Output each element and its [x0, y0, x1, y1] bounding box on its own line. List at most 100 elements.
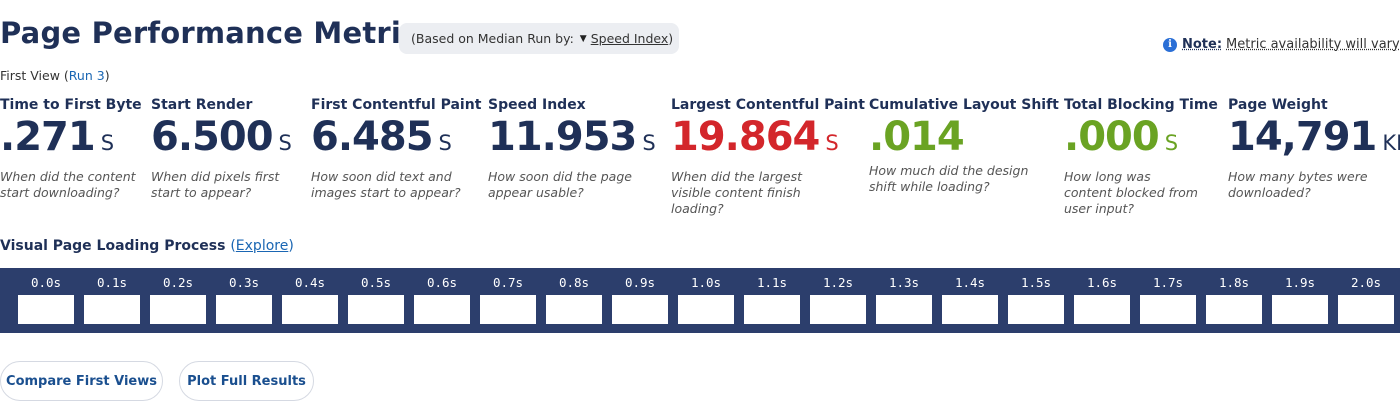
filmstrip-frame[interactable]: 2.0s — [1338, 268, 1394, 333]
metric-speed-index: Speed Index 11.953 S How soon did the pag… — [488, 97, 656, 201]
frame-time-label: 0.3s — [228, 275, 260, 290]
metric-label: Page Weight — [1228, 97, 1328, 113]
frame-thumbnail[interactable] — [18, 295, 74, 324]
frame-thumbnail[interactable] — [876, 295, 932, 324]
filmstrip-frame[interactable]: 0.4s — [282, 268, 338, 333]
frame-time-label: 1.1s — [756, 275, 788, 290]
filmstrip-frame[interactable]: 0.8s — [546, 268, 602, 333]
filmstrip-frame[interactable]: 0.5s — [348, 268, 404, 333]
filmstrip-frame[interactable]: 0.6s — [414, 268, 470, 333]
frame-thumbnail[interactable] — [84, 295, 140, 324]
visual-loading-title: Visual Page Loading Process — [0, 238, 226, 254]
filmstrip-frame[interactable]: 1.9s — [1272, 268, 1328, 333]
frame-time-label: 2.0s — [1350, 275, 1382, 290]
metric-note: i Note: Metric availability will vary — [1163, 37, 1400, 52]
metric-value: 19.864 S — [671, 113, 865, 167]
metric-time-to-first-byte: Time to First Byte .271 S When did the co… — [0, 97, 142, 201]
metric-cumulative-layout-shift: Cumulative Layout Shift .014 How much di… — [869, 97, 1059, 195]
filmstrip-frame[interactable]: 0.9s — [612, 268, 668, 333]
filmstrip-frame[interactable]: 1.8s — [1206, 268, 1262, 333]
filmstrip-frame[interactable]: 1.1s — [744, 268, 800, 333]
metric-description: When did the largest visible content fin… — [671, 169, 802, 216]
metric-label: Time to First Byte — [0, 97, 142, 113]
metric-description: When did the content start downloading? — [0, 169, 136, 200]
metric-unit: KB — [1382, 131, 1400, 155]
filmstrip-frame[interactable]: 1.2s — [810, 268, 866, 333]
metric-number: 6.500 — [151, 114, 274, 160]
median-suffix: ) — [668, 31, 674, 46]
frame-time-label: 1.9s — [1284, 275, 1316, 290]
median-run-selector[interactable]: (Based on Median Run by: ▼ Speed Index ) — [399, 23, 679, 54]
note-label: Note: — [1182, 37, 1223, 52]
frame-thumbnail[interactable] — [942, 295, 998, 324]
info-icon: i — [1163, 37, 1177, 52]
plot-full-results-button[interactable]: Plot Full Results — [179, 361, 314, 401]
frame-time-label: 1.2s — [822, 275, 854, 290]
median-metric-link[interactable]: Speed Index — [591, 31, 669, 46]
frame-thumbnail[interactable] — [612, 295, 668, 324]
filmstrip-frame[interactable]: 0.7s — [480, 268, 536, 333]
caret-down-icon: ▼ — [579, 33, 587, 44]
frame-thumbnail[interactable] — [282, 295, 338, 324]
metric-number: .014 — [869, 114, 965, 160]
metric-value: 11.953 S — [488, 113, 656, 167]
compare-first-views-button[interactable]: Compare First Views — [0, 361, 163, 401]
frame-time-label: 1.7s — [1152, 275, 1184, 290]
frame-thumbnail[interactable] — [546, 295, 602, 324]
run-link[interactable]: Run 3 — [69, 68, 105, 83]
run-info: First View (Run 3) — [0, 68, 110, 83]
frame-time-label: 1.0s — [690, 275, 722, 290]
metric-value: 6.485 S — [311, 113, 481, 167]
metric-unit: S — [100, 131, 115, 155]
metric-label: Total Blocking Time — [1064, 97, 1218, 113]
metric-total-blocking-time: Total Blocking Time .000 S How long was c… — [1064, 97, 1218, 217]
filmstrip[interactable]: 0.0s 0.1s 0.2s 0.3s 0.4s 0.5s 0.6s 0.7s 0.8s 0.9s… — [0, 268, 1400, 333]
frame-thumbnail[interactable] — [150, 295, 206, 324]
visual-loading-heading: Visual Page Loading Process (Explore) — [0, 238, 294, 254]
metric-unit: S — [278, 131, 292, 155]
frame-thumbnail[interactable] — [1338, 295, 1394, 324]
frame-thumbnail[interactable] — [1008, 295, 1064, 324]
filmstrip-frame[interactable]: 1.7s — [1140, 268, 1196, 333]
metric-start-render: Start Render 6.500 S When did pixels firs… — [151, 97, 292, 201]
frame-time-label: 0.6s — [426, 275, 458, 290]
frame-thumbnail[interactable] — [1206, 295, 1262, 324]
filmstrip-frame[interactable]: 0.3s — [216, 268, 272, 333]
metric-value: 6.500 S — [151, 113, 292, 167]
frame-thumbnail[interactable] — [1272, 295, 1328, 324]
metric-number: .000 — [1064, 114, 1160, 160]
metric-value: .014 — [869, 113, 1059, 161]
frame-time-label: 0.0s — [30, 275, 62, 290]
metric-number: 11.953 — [488, 114, 637, 160]
explore-link[interactable]: Explore — [236, 238, 289, 254]
filmstrip-frame[interactable]: 1.0s — [678, 268, 734, 333]
filmstrip-frame[interactable]: 1.3s — [876, 268, 932, 333]
frame-thumbnail[interactable] — [414, 295, 470, 324]
frame-thumbnail[interactable] — [480, 295, 536, 324]
frame-thumbnail[interactable] — [678, 295, 734, 324]
metric-number: 6.485 — [311, 114, 434, 160]
run-info-suffix: ) — [104, 68, 110, 83]
frame-time-label: 0.7s — [492, 275, 524, 290]
filmstrip-frame[interactable]: 0.1s — [84, 268, 140, 333]
frame-thumbnail[interactable] — [216, 295, 272, 324]
filmstrip-frame[interactable]: 0.2s — [150, 268, 206, 333]
frame-thumbnail[interactable] — [1074, 295, 1130, 324]
metric-description: How soon did text and images start to ap… — [311, 169, 461, 200]
metric-label: First Contentful Paint — [311, 97, 482, 113]
explore-close: ) — [288, 238, 294, 254]
filmstrip-frame[interactable]: 0.0s — [18, 268, 74, 333]
filmstrip-frame[interactable]: 1.4s — [942, 268, 998, 333]
frame-thumbnail[interactable] — [744, 295, 800, 324]
metric-value: 14,791KB — [1228, 113, 1400, 167]
frame-thumbnail[interactable] — [348, 295, 404, 324]
metric-description: How much did the design shift while load… — [869, 163, 1029, 194]
frame-thumbnail[interactable] — [1140, 295, 1196, 324]
filmstrip-frame[interactable]: 1.6s — [1074, 268, 1130, 333]
metric-unit: S — [438, 131, 452, 155]
note-text: Metric availability will vary — [1226, 37, 1400, 52]
metric-number: 14,791 — [1228, 114, 1377, 160]
frame-thumbnail[interactable] — [810, 295, 866, 324]
filmstrip-frame[interactable]: 1.5s — [1008, 268, 1064, 333]
run-info-prefix: First View ( — [0, 68, 69, 83]
